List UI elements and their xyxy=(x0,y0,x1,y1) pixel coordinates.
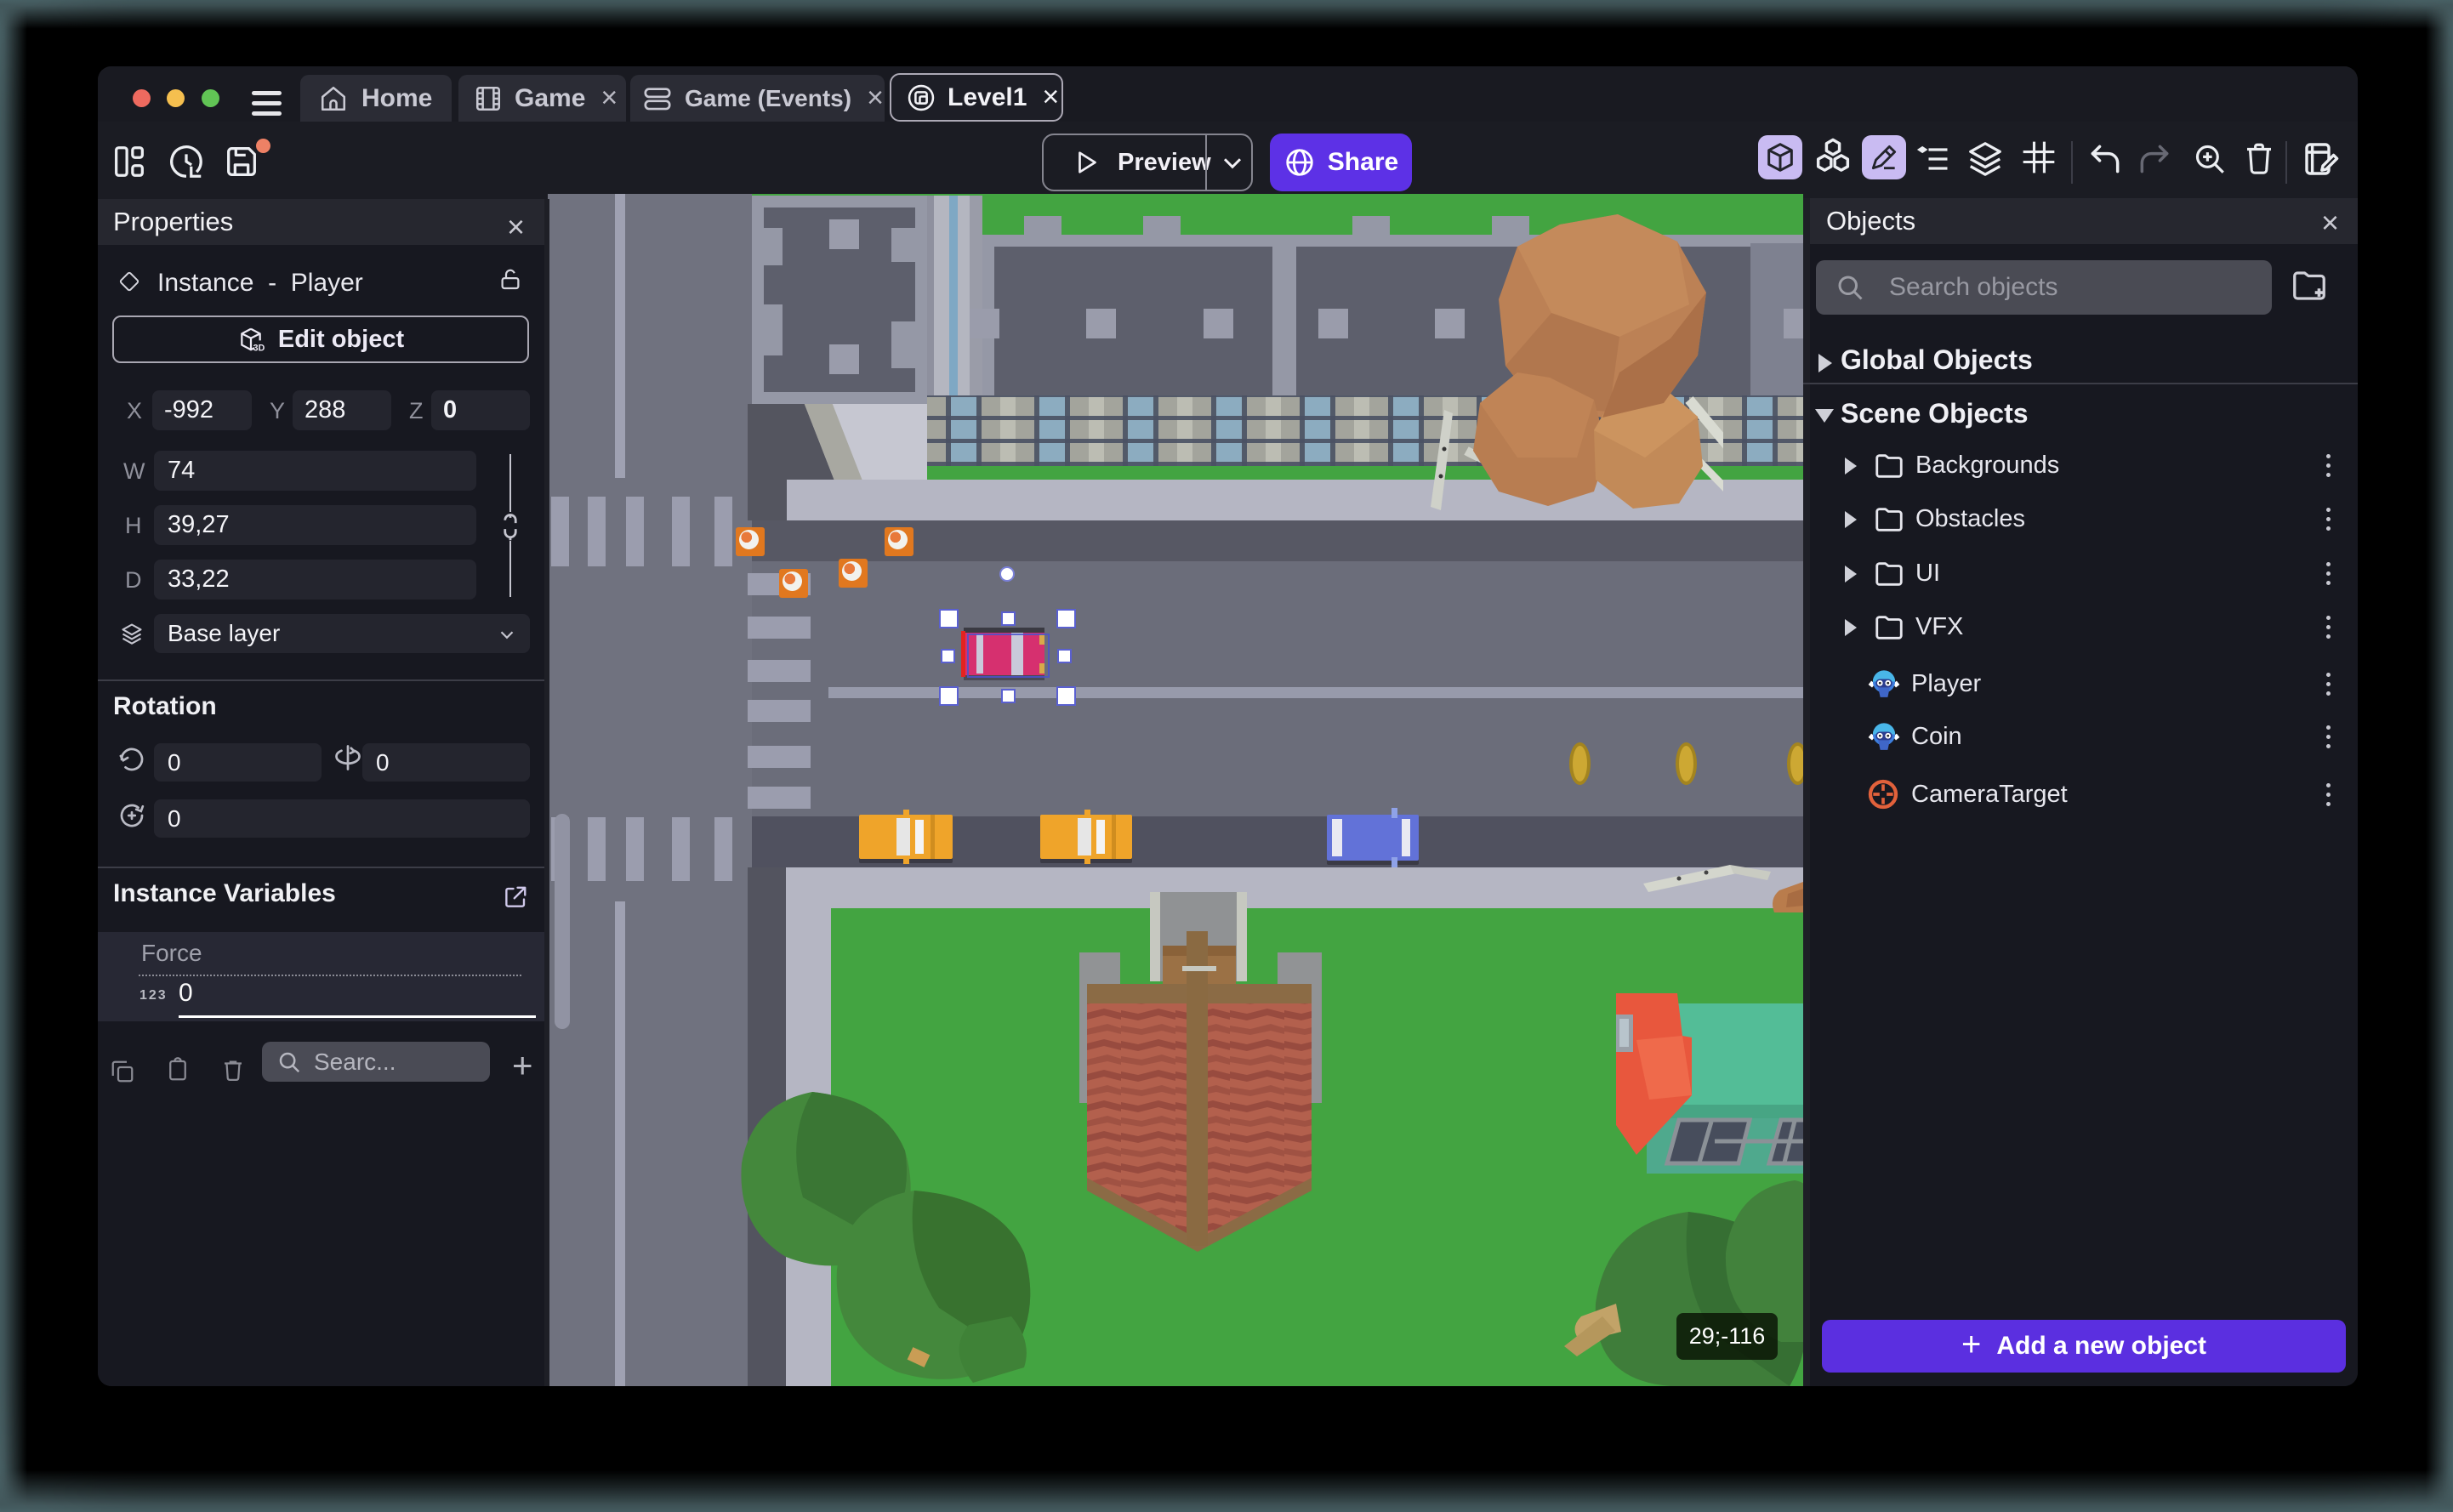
svg-text:3D: 3D xyxy=(253,343,265,353)
